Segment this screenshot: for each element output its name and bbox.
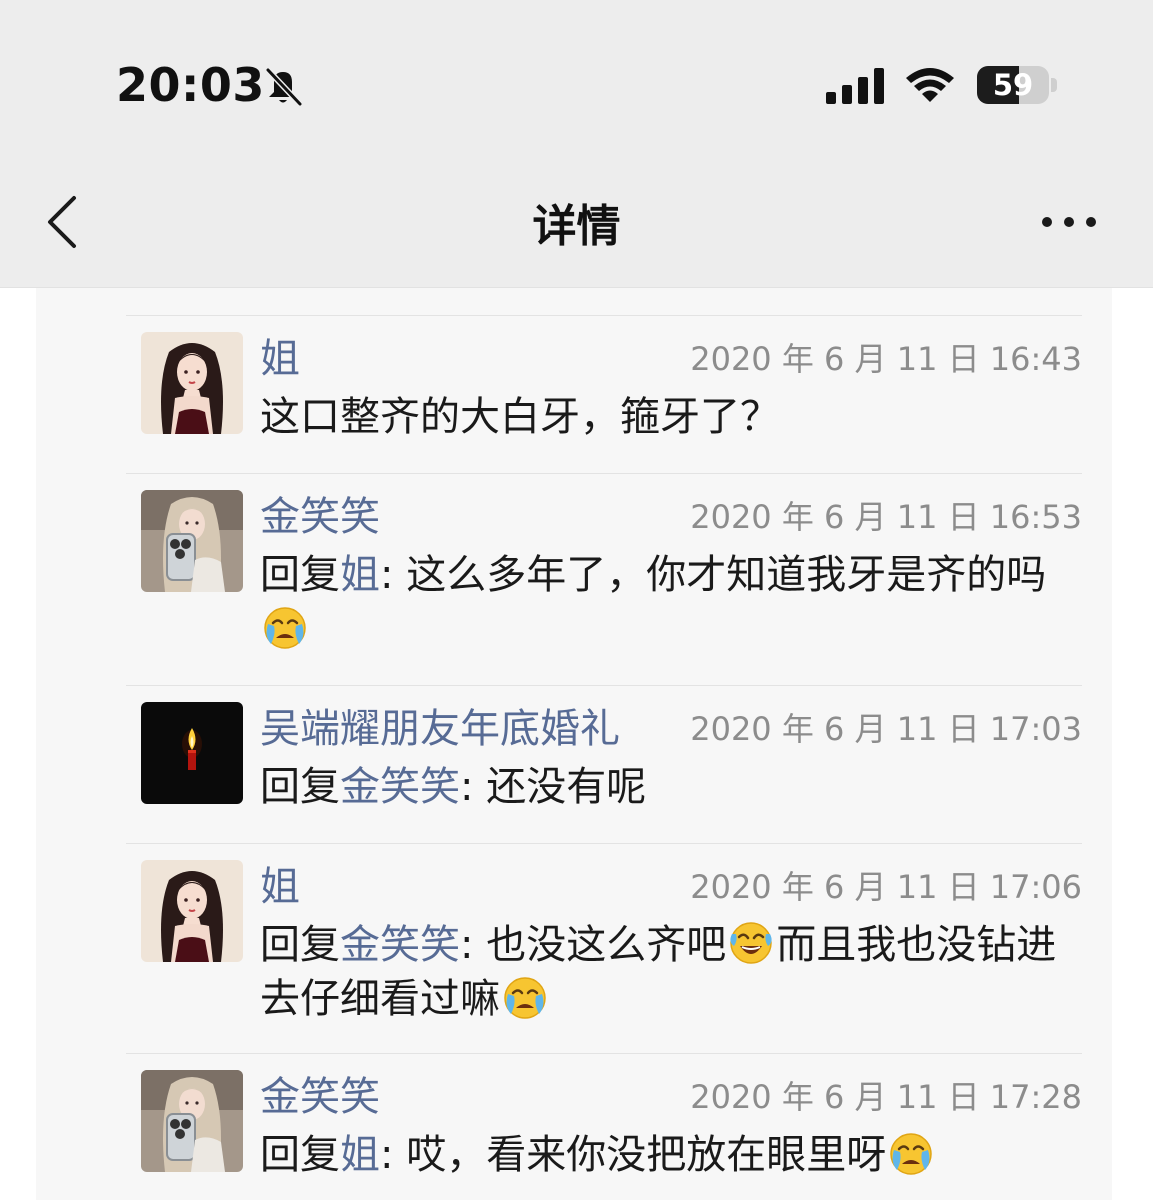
reply-mention[interactable]: 金笑笑 — [340, 764, 460, 810]
avatar-image — [141, 860, 243, 962]
avatar-image — [141, 332, 243, 434]
avatar[interactable] — [141, 860, 243, 962]
comment-body: 这么多年了，你才知道我牙是齐的吗 — [406, 552, 1047, 598]
avatar-image — [141, 702, 243, 804]
battery-cap — [1051, 78, 1057, 92]
comment-author[interactable]: 姐 — [260, 854, 300, 912]
comment-timestamp: 2020 年 6 月 11 日 17:28 — [690, 1078, 1082, 1116]
face-with-tears-of-joy-icon — [728, 920, 774, 966]
reply-mention[interactable]: 金笑笑 — [340, 922, 460, 968]
reply-colon: : — [380, 1132, 407, 1178]
comment-timestamp: 2020 年 6 月 11 日 17:03 — [690, 710, 1082, 748]
wifi-icon — [906, 68, 954, 102]
reply-prefix: 回复 — [260, 552, 340, 598]
comment-body-part1: 也没这么齐吧 — [486, 922, 727, 968]
reply-colon: : — [460, 922, 487, 968]
battery-percent: 59 — [992, 68, 1034, 102]
more-options-icon[interactable] — [1038, 210, 1100, 234]
comment-author[interactable]: 吴端耀朋友年底婚礼 — [260, 696, 620, 754]
comment-text: 回复姐: 哎，看来你没把放在眼里呀 — [260, 1128, 1096, 1182]
reply-mention[interactable]: 姐 — [340, 552, 380, 598]
loudly-crying-face-icon — [502, 974, 548, 1020]
comment-text: 回复金笑笑: 还没有呢 — [260, 760, 1096, 814]
bell-muted-icon — [265, 67, 303, 107]
avatar-image — [141, 490, 243, 592]
comment-item[interactable]: 姐 2020 年 6 月 11 日 16:43 这口整齐的大白牙，箍牙了？ — [126, 315, 1082, 474]
comment-item[interactable]: 金笑笑 2020 年 6 月 11 日 17:28 回复姐: 哎，看来你没把放在… — [126, 1053, 1082, 1201]
navigation-header: 20:03 59 详情 — [0, 0, 1153, 288]
comment-body: 哎，看来你没把放在眼里呀 — [406, 1132, 887, 1178]
loudly-crying-face-icon — [262, 604, 308, 650]
reply-prefix: 回复 — [260, 1132, 340, 1178]
avatar-image — [141, 1070, 243, 1172]
comment-author[interactable]: 姐 — [260, 326, 300, 384]
comment-timestamp: 2020 年 6 月 11 日 16:43 — [690, 340, 1082, 378]
page-title: 详情 — [532, 201, 621, 252]
avatar[interactable] — [141, 1070, 243, 1172]
comment-body: 这口整齐的大白牙，箍牙了？ — [260, 394, 780, 440]
comment-author[interactable]: 金笑笑 — [260, 484, 380, 542]
avatar[interactable] — [141, 702, 243, 804]
reply-prefix: 回复 — [260, 922, 340, 968]
comment-text: 回复金笑笑: 也没这么齐吧 而且我也没钻进去仔细看过嘛 — [260, 918, 1096, 1026]
reply-colon: : — [460, 764, 487, 810]
comment-body: 还没有呢 — [486, 764, 647, 810]
reply-mention[interactable]: 姐 — [340, 1132, 380, 1178]
comment-timestamp: 2020 年 6 月 11 日 17:06 — [690, 868, 1082, 906]
status-time: 20:03 — [116, 58, 265, 112]
loudly-crying-face-icon — [888, 1130, 934, 1176]
comment-text: 回复姐: 这么多年了，你才知道我牙是齐的吗 — [260, 548, 1096, 656]
avatar[interactable] — [141, 332, 243, 434]
comment-item[interactable]: 姐 2020 年 6 月 11 日 17:06 回复金笑笑: 也没这么齐吧 而且我… — [126, 843, 1082, 1054]
battery-indicator: 59 — [977, 66, 1049, 104]
avatar[interactable] — [141, 490, 243, 592]
comment-item[interactable]: 吴端耀朋友年底婚礼 2020 年 6 月 11 日 17:03 回复金笑笑: 还… — [126, 685, 1082, 844]
cellular-signal-icon — [826, 68, 884, 104]
comment-author[interactable]: 金笑笑 — [260, 1064, 380, 1122]
reply-colon: : — [380, 552, 407, 598]
comment-item[interactable]: 金笑笑 2020 年 6 月 11 日 16:53 回复姐: 这么多年了，你才知… — [126, 473, 1082, 686]
comment-timestamp: 2020 年 6 月 11 日 16:53 — [690, 498, 1082, 536]
reply-prefix: 回复 — [260, 764, 340, 810]
comment-text: 这口整齐的大白牙，箍牙了？ — [260, 390, 1096, 444]
